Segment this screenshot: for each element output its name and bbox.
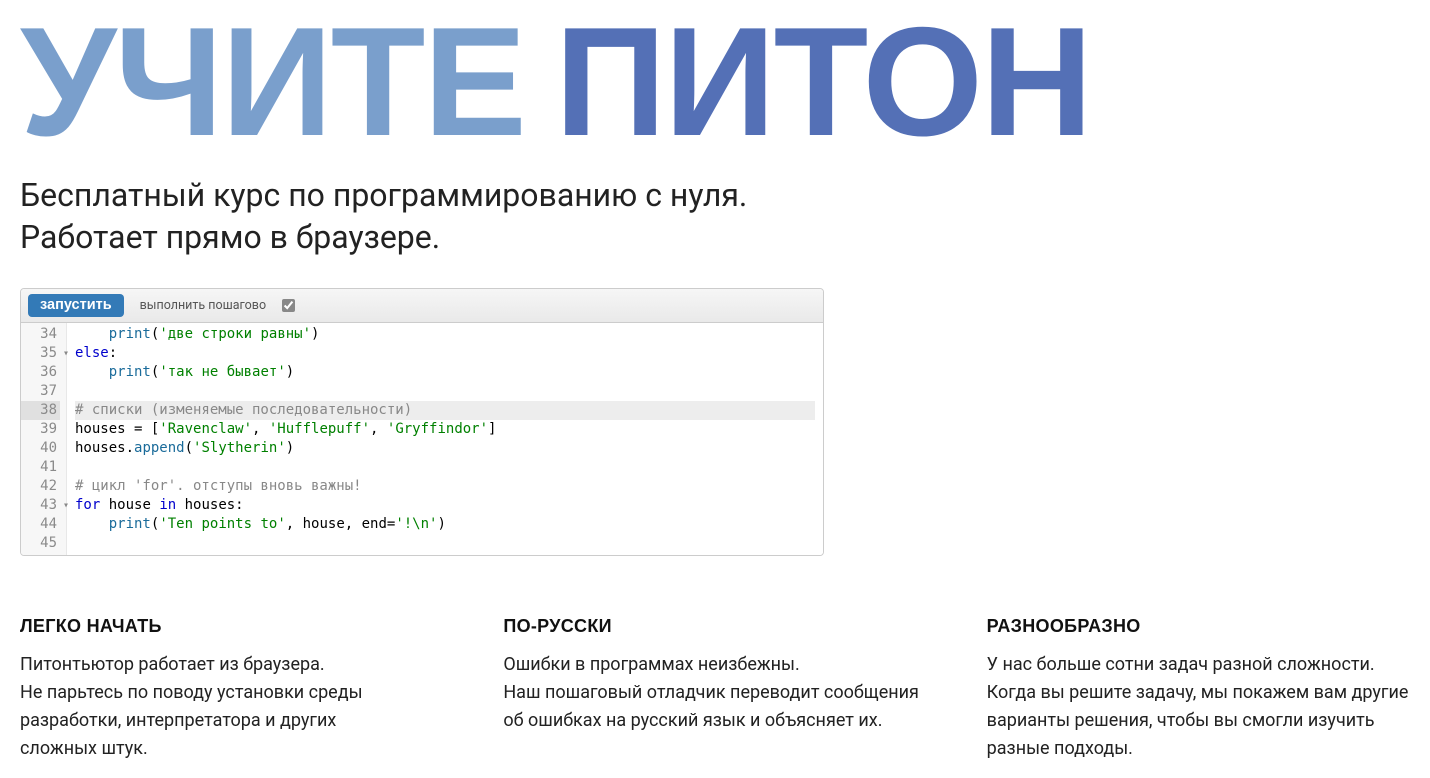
code-line[interactable]: for house in houses: (75, 496, 815, 515)
line-number: 44 (21, 515, 60, 534)
code-area[interactable]: 343536373839404142434445 print('две стро… (21, 323, 823, 555)
feature-russian: ПО-РУССКИ Ошибки в программах неизбежны.… (503, 616, 926, 763)
code-line[interactable]: print('так не бывает') (75, 363, 815, 382)
feature-body: Питонтьютор работает из браузера.Не парь… (20, 651, 443, 763)
feature-title: ПО-РУССКИ (503, 616, 926, 637)
line-number: 40 (21, 439, 60, 458)
line-number: 38 (21, 401, 60, 420)
line-number: 39 (21, 420, 60, 439)
line-number: 41 (21, 458, 60, 477)
subtitle-line-1: Бесплатный курс по программированию с ну… (20, 176, 747, 214)
line-number: 43 (21, 496, 60, 515)
step-checkbox[interactable] (282, 299, 295, 312)
code-line[interactable]: print('две строки равны') (75, 325, 815, 344)
line-number: 35 (21, 344, 60, 363)
code-line[interactable] (75, 534, 815, 553)
hero-title: УЧИТЕПИТОН (20, 8, 1410, 155)
line-number: 45 (21, 534, 60, 553)
hero-word-2: ПИТОН (555, 0, 1091, 168)
editor-toolbar: запустить выполнить пошагово (21, 289, 823, 323)
code-editor: запустить выполнить пошагово 34353637383… (20, 288, 824, 556)
feature-body: Ошибки в программах неизбежны.Наш пошаго… (503, 651, 926, 735)
code-content[interactable]: print('две строки равны')else: print('та… (67, 323, 823, 555)
subtitle-line-2: Работает прямо в браузере. (20, 218, 440, 256)
code-line[interactable]: else: (75, 344, 815, 363)
code-line[interactable]: # цикл 'for'. отступы вновь важны! (75, 477, 815, 496)
code-line[interactable]: houses = ['Ravenclaw', 'Hufflepuff', 'Gr… (75, 420, 815, 439)
line-number: 36 (21, 363, 60, 382)
line-number: 34 (21, 325, 60, 344)
run-button[interactable]: запустить (28, 294, 124, 317)
code-line[interactable] (75, 458, 815, 477)
code-line[interactable]: # списки (изменяемые последовательности) (75, 401, 815, 420)
line-number: 37 (21, 382, 60, 401)
feature-title: РАЗНООБРАЗНО (987, 616, 1410, 637)
code-line[interactable]: houses.append('Slytherin') (75, 439, 815, 458)
hero-word-1: УЧИТЕ (20, 0, 525, 168)
features-row: ЛЕГКО НАЧАТЬ Питонтьютор работает из бра… (20, 616, 1410, 763)
line-number: 42 (21, 477, 60, 496)
code-line[interactable]: print('Ten points to', house, end='!\n') (75, 515, 815, 534)
feature-easy-start: ЛЕГКО НАЧАТЬ Питонтьютор работает из бра… (20, 616, 443, 763)
feature-title: ЛЕГКО НАЧАТЬ (20, 616, 443, 637)
feature-body: У нас больше сотни задач разной сложност… (987, 651, 1410, 763)
line-gutter: 343536373839404142434445 (21, 323, 67, 555)
feature-variety: РАЗНООБРАЗНО У нас больше сотни задач ра… (987, 616, 1410, 763)
hero-subtitle: Бесплатный курс по программированию с ну… (20, 175, 1410, 258)
step-label: выполнить пошагово (140, 298, 266, 313)
code-line[interactable] (75, 382, 815, 401)
